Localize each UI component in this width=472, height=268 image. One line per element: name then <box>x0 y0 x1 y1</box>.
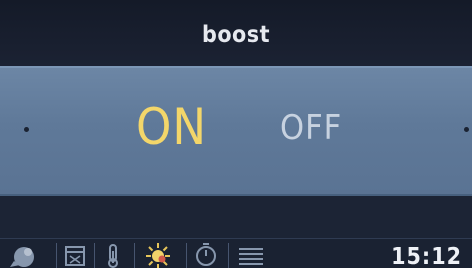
status-divider <box>94 243 95 268</box>
clock-time: 15:12 <box>391 244 462 268</box>
option-selector-band <box>0 66 472 196</box>
option-off[interactable]: OFF <box>280 108 342 148</box>
left-scroll-indicator <box>24 127 29 132</box>
display-screen: boost ON OFF 15:12 <box>0 0 472 268</box>
status-divider <box>186 243 187 268</box>
timer-icon[interactable] <box>192 239 220 268</box>
empty-content-area <box>0 196 472 238</box>
calendar-icon[interactable] <box>62 239 88 268</box>
option-on[interactable]: ON <box>136 98 207 156</box>
thermometer-icon[interactable] <box>100 239 126 268</box>
status-divider <box>56 243 57 268</box>
right-scroll-indicator <box>464 127 469 132</box>
header: boost <box>0 0 472 66</box>
page-title: boost <box>202 22 270 48</box>
list-icon[interactable] <box>236 239 266 268</box>
status-divider <box>134 243 135 268</box>
sun-icon[interactable] <box>140 239 176 268</box>
bird-icon[interactable] <box>8 239 40 268</box>
status-divider <box>228 243 229 268</box>
